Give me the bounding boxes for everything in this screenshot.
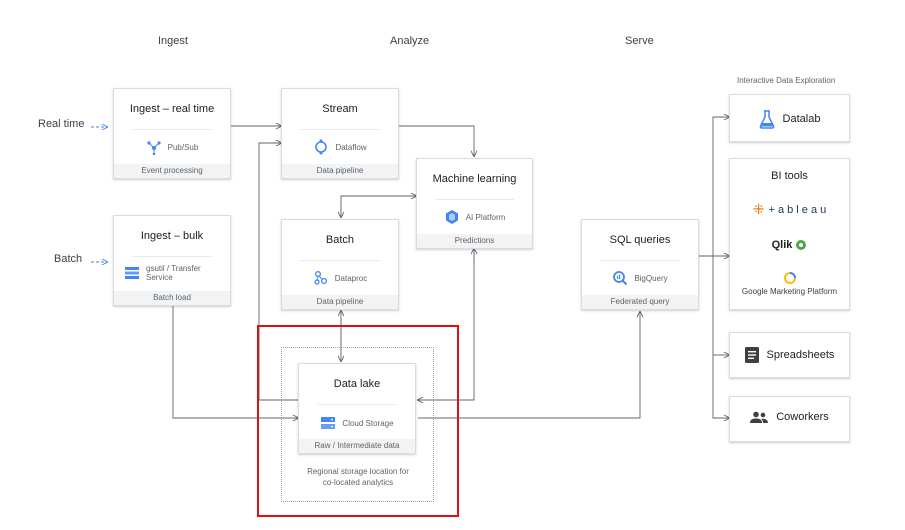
datalab-label: Datalab [782,113,821,125]
box-title: Ingest – bulk [140,230,204,242]
box-title: Stream [322,103,358,115]
service-name: gsutil / Transfer Service [146,264,201,282]
sql-queries-box[interactable]: SQL queries BigQuery Federated query [581,219,699,310]
qlik-logo-text: Qlik [771,239,793,251]
gmp-label: Google Marketing Platform [741,287,838,296]
bi-tools-box[interactable]: BI tools ⁜ + a b l e a u Qlik Google Mar… [729,158,850,310]
people-icon [750,411,769,423]
service-name: AI Platform [465,212,506,222]
tableau-logo-text: + a b l e a u [768,203,827,216]
box-title: Ingest – real time [129,103,215,115]
service-name: Pub/Sub [167,142,199,152]
dataproc-icon [314,270,327,285]
spreadsheets-label: Spreadsheets [766,349,835,361]
google-marketing-platform-icon [783,272,796,284]
ai-platform-icon [445,210,458,224]
batch-box[interactable]: Batch Dataproc Data pipeline [281,219,399,310]
ingest-realtime-box[interactable]: Ingest – real time Pub/Sub Event process… [113,88,231,179]
interactive-exploration-label: Interactive Data Exploration [737,76,836,85]
ingest-bulk-box[interactable]: Ingest – bulk gsutil / Transfer Service … [113,215,231,306]
service-name: Dataproc [334,273,368,283]
tableau-icon: ⁜ [752,201,765,217]
box-footer: Event processing [114,164,230,178]
column-header-ingest: Ingest [158,35,188,47]
spreadsheets-box[interactable]: Spreadsheets [729,332,850,378]
box-footer: Predictions [417,234,532,248]
bigquery-icon [613,271,628,286]
service-name: BigQuery [634,273,668,283]
input-label-realtime: Real time [38,118,85,130]
datalab-icon [759,110,774,129]
box-footer: Data pipeline [282,295,398,309]
arrow-stream-ml [399,125,474,156]
box-title: SQL queries [609,234,671,246]
arrow-to-coworkers [712,256,729,418]
coworkers-box[interactable]: Coworkers [729,396,850,442]
machine-learning-box[interactable]: Machine learning AI Platform Predictions [416,158,533,249]
arrow-to-datalab [712,117,729,256]
stream-box[interactable]: Stream Dataflow Data pipeline [281,88,399,179]
bi-tools-title: BI tools [771,170,808,182]
box-title: Batch [325,234,355,246]
column-header-serve: Serve [625,35,654,47]
dataflow-icon [315,139,328,155]
qlik-icon [796,240,807,250]
box-footer: Data pipeline [282,164,398,178]
transfer-service-icon [125,267,139,279]
arrow-batch-ml [340,196,416,216]
service-name: Dataflow [335,142,367,152]
spreadsheet-icon [744,347,759,363]
box-footer: Federated query [582,295,698,309]
coworkers-label: Coworkers [776,411,829,423]
box-footer: Batch load [114,291,230,305]
data-lake-highlight [257,325,459,517]
column-header-analyze: Analyze [390,35,430,47]
pubsub-icon [147,141,161,155]
input-label-batch: Batch [54,253,83,265]
box-title: Machine learning [432,173,517,185]
datalab-box[interactable]: Datalab [729,94,850,142]
